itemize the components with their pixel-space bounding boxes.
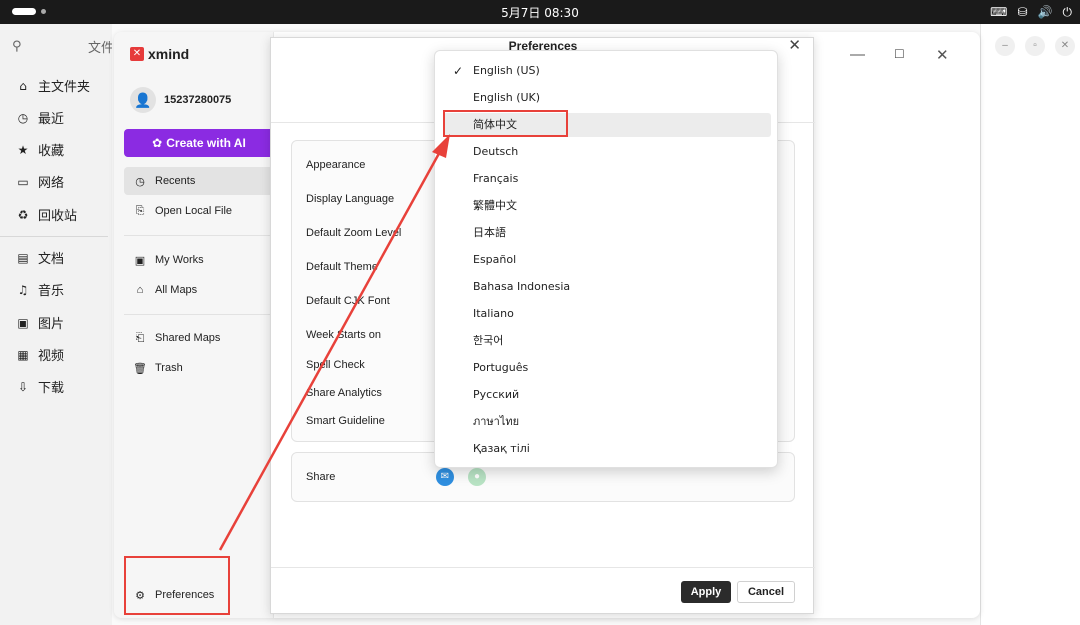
mail-icon[interactable]: ✉ — [436, 468, 454, 486]
open-file-icon: ⎘ — [135, 204, 145, 217]
language-option-russian[interactable]: Русский — [443, 383, 771, 407]
close-icon[interactable]: ✕ — [788, 36, 801, 54]
home-icon: ⌂ — [19, 78, 27, 93]
default-theme-label: Default Theme — [306, 261, 378, 273]
language-option-traditional-chinese[interactable]: 繁體中文 — [443, 194, 771, 218]
sidebar-item-starred[interactable]: ★ 收藏 — [16, 140, 64, 160]
close-icon[interactable]: ✕ — [1055, 36, 1075, 56]
home-icon: ⌂ — [136, 284, 144, 296]
clock[interactable]: 5月7日 08:30 — [0, 4, 1080, 21]
xmind-logo-icon: ✕ — [130, 47, 144, 61]
share-label: Share — [306, 471, 336, 483]
file-manager-title: 文件 — [88, 41, 115, 56]
xmind-sidebar: ✕ xmind 👤 15237280075 ✿ Create with AI ◷… — [114, 32, 274, 618]
language-option-indonesian[interactable]: Bahasa Indonesia — [443, 275, 771, 299]
minimize-icon[interactable]: — — [850, 46, 865, 63]
appearance-label: Appearance — [306, 159, 366, 171]
sidebar-item-downloads[interactable]: ⇩ 下载 — [16, 377, 64, 397]
language-option-thai[interactable]: ภาษาไทย — [443, 410, 771, 434]
sidebar-item-documents[interactable]: ▤ 文档 — [16, 248, 64, 268]
star-icon: ★ — [17, 142, 29, 157]
nav-my-works[interactable]: ▣ My Works — [124, 246, 274, 274]
sidebar-item-pictures[interactable]: ▣ 图片 — [16, 313, 64, 333]
clock-icon: ◷ — [135, 175, 145, 188]
display-language-label: Display Language — [306, 193, 395, 205]
language-option-italian[interactable]: Italiano — [443, 302, 771, 326]
nav-shared-maps[interactable]: ⎗ Shared Maps — [124, 324, 274, 352]
xmind-logo: ✕ xmind — [130, 46, 189, 62]
footer-divider — [271, 567, 815, 568]
secondary-window: – ▫ ✕ — [980, 24, 1080, 625]
language-option-korean[interactable]: 한국어 — [443, 329, 771, 353]
document-icon: ▤ — [17, 250, 29, 265]
language-option-japanese[interactable]: 日本語 — [443, 221, 771, 245]
network-icon[interactable]: ⛁ — [1017, 3, 1027, 21]
folder-icon: ▣ — [134, 254, 146, 267]
avatar: 👤 — [130, 87, 156, 113]
language-option-german[interactable]: Deutsch — [443, 140, 771, 164]
trash-icon: ♻ — [17, 207, 29, 222]
nav-divider — [124, 235, 274, 236]
nav-trash[interactable]: 🗑 Trash — [124, 354, 274, 382]
sidebar-item-trash[interactable]: ♻ 回收站 — [16, 205, 77, 225]
default-cjk-font-label: Default CJK Font — [306, 295, 390, 307]
system-tray: ⌨ ⛁ 🔊 ⏻ — [990, 3, 1072, 21]
language-option-spanish[interactable]: Español — [443, 248, 771, 272]
language-option-english-us[interactable]: ✓ English (US) — [443, 59, 771, 83]
sidebar-item-network[interactable]: ▭ 网络 — [16, 172, 64, 192]
nav-open-local-file[interactable]: ⎘ Open Local File — [124, 197, 274, 225]
apply-button[interactable]: Apply — [681, 581, 731, 603]
volume-icon[interactable]: 🔊 — [1038, 3, 1053, 21]
week-starts-on-label: Week Starts on — [306, 329, 381, 341]
checkmark-icon: ✓ — [453, 64, 464, 78]
minimize-icon[interactable]: – — [995, 36, 1015, 56]
network-icon: ▭ — [17, 174, 29, 189]
download-icon: ⇩ — [17, 379, 29, 394]
search-icon[interactable]: ⚲ — [12, 38, 22, 54]
shared-icon: ⎗ — [135, 331, 145, 344]
system-top-bar: 5月7日 08:30 ⌨ ⛁ 🔊 ⏻ — [0, 0, 1080, 24]
picture-icon: ▣ — [17, 315, 29, 330]
smart-guideline-label: Smart Guideline — [306, 415, 385, 427]
user-account[interactable]: 👤 15237280075 — [130, 87, 231, 113]
nav-recents[interactable]: ◷ Recents — [124, 167, 274, 195]
share-analytics-label: Share Analytics — [306, 387, 382, 399]
sparkle-icon: ✿ — [152, 136, 163, 150]
maximize-icon[interactable]: ☐ — [894, 47, 905, 61]
sidebar-item-home[interactable]: ⌂ 主文件夹 — [16, 76, 90, 96]
sidebar-item-recent[interactable]: ◷ 最近 — [16, 108, 64, 128]
sidebar-item-videos[interactable]: ▦ 视频 — [16, 345, 64, 365]
chat-icon[interactable]: ● — [468, 468, 486, 486]
power-icon[interactable]: ⏻ — [1063, 3, 1073, 21]
sidebar-divider — [0, 236, 108, 237]
close-icon[interactable]: ✕ — [936, 46, 949, 64]
create-with-ai-button[interactable]: ✿ Create with AI — [124, 129, 274, 157]
keyboard-icon[interactable]: ⌨ — [990, 3, 1007, 21]
language-option-kazakh[interactable]: Қазақ тілі — [443, 437, 771, 461]
default-zoom-level-label: Default Zoom Level — [306, 227, 402, 239]
restore-icon[interactable]: ▫ — [1025, 36, 1045, 56]
video-icon: ▦ — [17, 347, 29, 362]
nav-all-maps[interactable]: ⌂ All Maps — [124, 276, 274, 304]
trash-icon: 🗑 — [133, 362, 147, 375]
language-option-english-uk[interactable]: English (UK) — [443, 86, 771, 110]
recent-icon: ◷ — [17, 110, 29, 125]
annotation-box-simplified-chinese — [443, 110, 568, 137]
music-icon: ♫ — [17, 282, 29, 297]
language-option-french[interactable]: Français — [443, 167, 771, 191]
spell-check-label: Spell Check — [306, 359, 365, 371]
language-option-portuguese[interactable]: Português — [443, 356, 771, 380]
nav-divider — [124, 314, 274, 315]
sidebar-item-music[interactable]: ♫ 音乐 — [16, 280, 64, 300]
annotation-box-preferences — [124, 556, 230, 615]
cancel-button[interactable]: Cancel — [737, 581, 795, 603]
